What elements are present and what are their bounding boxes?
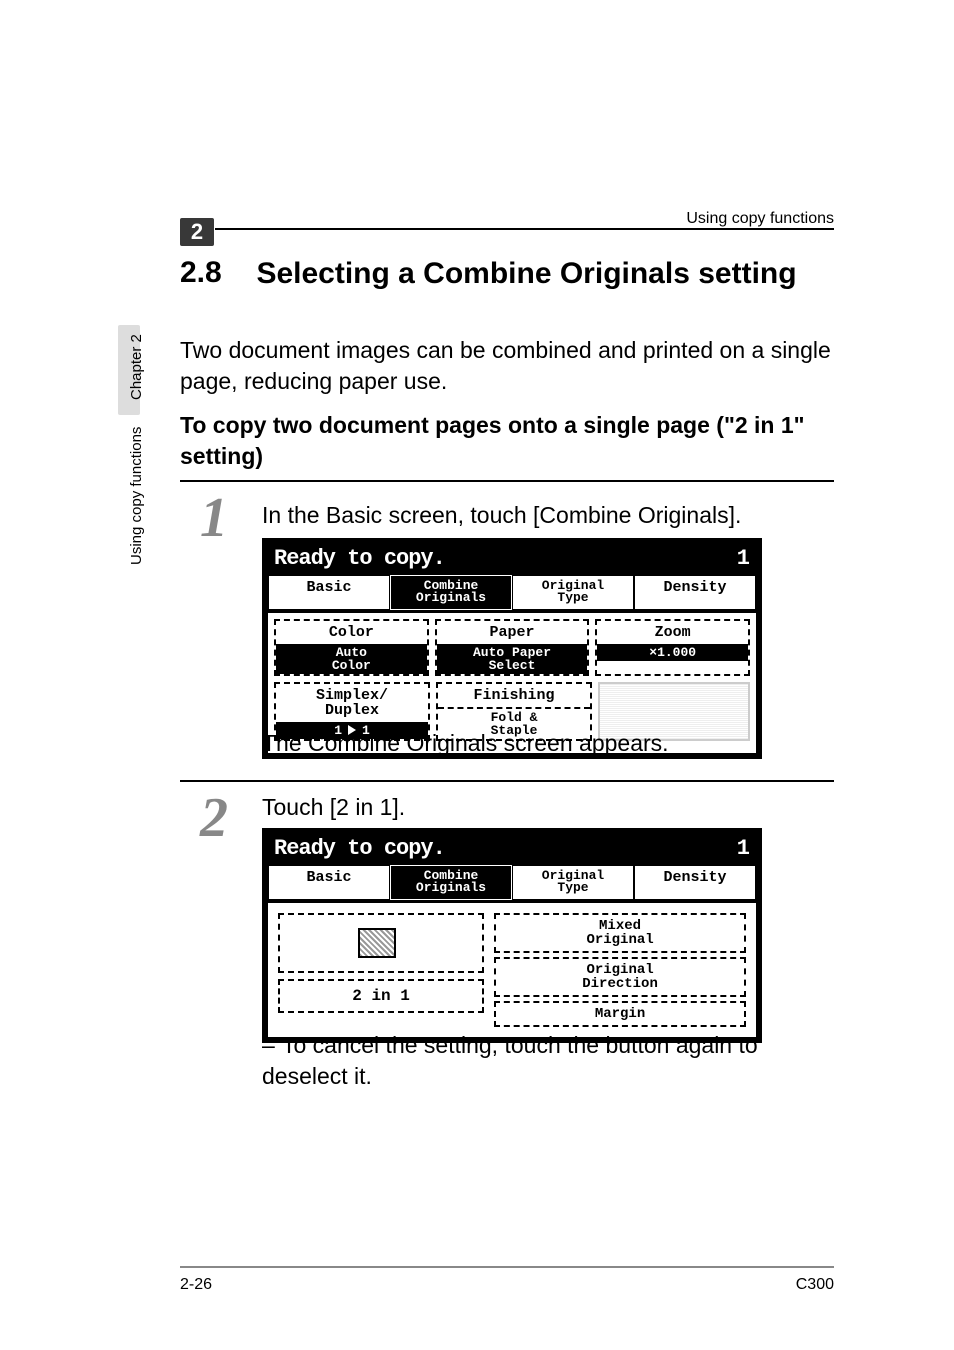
header-right-text: Using copy functions: [686, 210, 834, 228]
footer-rule: [180, 1266, 834, 1268]
basic-screen-panel: Ready to copy. 1 Basic CombineOriginals …: [262, 538, 762, 759]
2in1-button[interactable]: 2 in 1: [278, 979, 484, 1013]
section-heading: 2.8 Selecting a Combine Originals settin…: [180, 256, 834, 292]
2in1-option-icon[interactable]: [278, 913, 484, 973]
simplex-label: Simplex/ Duplex: [278, 686, 426, 720]
note-text: To cancel the setting, touch the button …: [262, 1032, 758, 1089]
combine-panel-body: 2 in 1 Mixed Original Original Direction…: [268, 903, 756, 1037]
margin-button[interactable]: Margin: [494, 1001, 746, 1027]
tab-orig-line2: Type: [557, 590, 588, 605]
zoom-label: Zoom: [599, 623, 746, 642]
intro-paragraph: Two document images can be combined and …: [180, 335, 834, 397]
combine-left-options: 2 in 1: [278, 913, 484, 1027]
tabs-row: Basic CombineOriginals OriginalType Dens…: [268, 575, 756, 610]
combine-screen-panel: Ready to copy. 1 Basic CombineOriginals …: [262, 828, 762, 1043]
step-1-after-text: The Combine Originals screen appears.: [262, 730, 669, 757]
tab-original-type[interactable]: OriginalType: [512, 575, 634, 610]
tab-density-2[interactable]: Density: [634, 865, 756, 900]
tab-combine2-line2: Originals: [416, 880, 486, 895]
tab-combine-originals[interactable]: CombineOriginals: [390, 575, 512, 610]
chapter-badge-number: 2: [191, 219, 203, 245]
paper-label: Paper: [439, 623, 586, 642]
subsection-heading: To copy two document pages onto a single…: [180, 410, 834, 472]
step-2-note: –To cancel the setting, touch the button…: [262, 1030, 834, 1092]
step-2-number: 2: [200, 786, 228, 850]
step-2-rule: [180, 780, 834, 782]
tab-original-type-2[interactable]: OriginalType: [512, 865, 634, 900]
tab-orig2-line2: Type: [557, 880, 588, 895]
step-1-number: 1: [200, 486, 228, 550]
footer-page-number: 2-26: [180, 1276, 212, 1294]
original-direction-button[interactable]: Original Direction: [494, 957, 746, 997]
chapter-badge: 2: [180, 218, 214, 246]
paper-button[interactable]: Paper Auto Paper Select: [435, 619, 590, 676]
zoom-value: ×1.000: [597, 644, 748, 661]
tab-combine-originals-2[interactable]: CombineOriginals: [390, 865, 512, 900]
color-value: Auto Color: [276, 644, 427, 674]
step-1-rule: [180, 480, 834, 482]
step-1-text: In the Basic screen, touch [Combine Orig…: [262, 502, 834, 529]
tab-basic[interactable]: Basic: [268, 575, 390, 610]
color-button[interactable]: Color Auto Color: [274, 619, 429, 676]
step-2-text: Touch [2 in 1].: [262, 794, 834, 821]
tab-combine-line2: Originals: [416, 590, 486, 605]
note-dash: –: [262, 1030, 282, 1061]
finishing-label: Finishing: [440, 686, 588, 705]
copy-count-2: 1: [731, 834, 756, 863]
combine-right-options: Mixed Original Original Direction Margin: [494, 913, 746, 1027]
2in1-icon: [358, 928, 404, 958]
tab-basic-2[interactable]: Basic: [268, 865, 390, 900]
side-chapter-label: Chapter 2: [128, 334, 145, 400]
color-label: Color: [278, 623, 425, 642]
footer-model: C300: [796, 1276, 834, 1294]
section-number: 2.8: [180, 256, 252, 290]
paper-value: Auto Paper Select: [437, 644, 588, 674]
mixed-original-button[interactable]: Mixed Original: [494, 913, 746, 953]
zoom-button[interactable]: Zoom ×1.000: [595, 619, 750, 676]
status-ready: Ready to copy.: [268, 544, 451, 573]
step-1: 1 In the Basic screen, touch [Combine Or…: [180, 480, 834, 482]
status-ready-2: Ready to copy.: [268, 834, 451, 863]
header-rule: [215, 228, 834, 230]
section-title: Selecting a Combine Originals setting: [256, 256, 816, 292]
tab-density[interactable]: Density: [634, 575, 756, 610]
tabs-row-2: Basic CombineOriginals OriginalType Dens…: [268, 865, 756, 900]
step-2: 2 Touch [2 in 1]. Ready to copy. 1 Basic…: [180, 780, 834, 782]
side-section-label: Using copy functions: [128, 427, 145, 565]
copy-count: 1: [731, 544, 756, 573]
